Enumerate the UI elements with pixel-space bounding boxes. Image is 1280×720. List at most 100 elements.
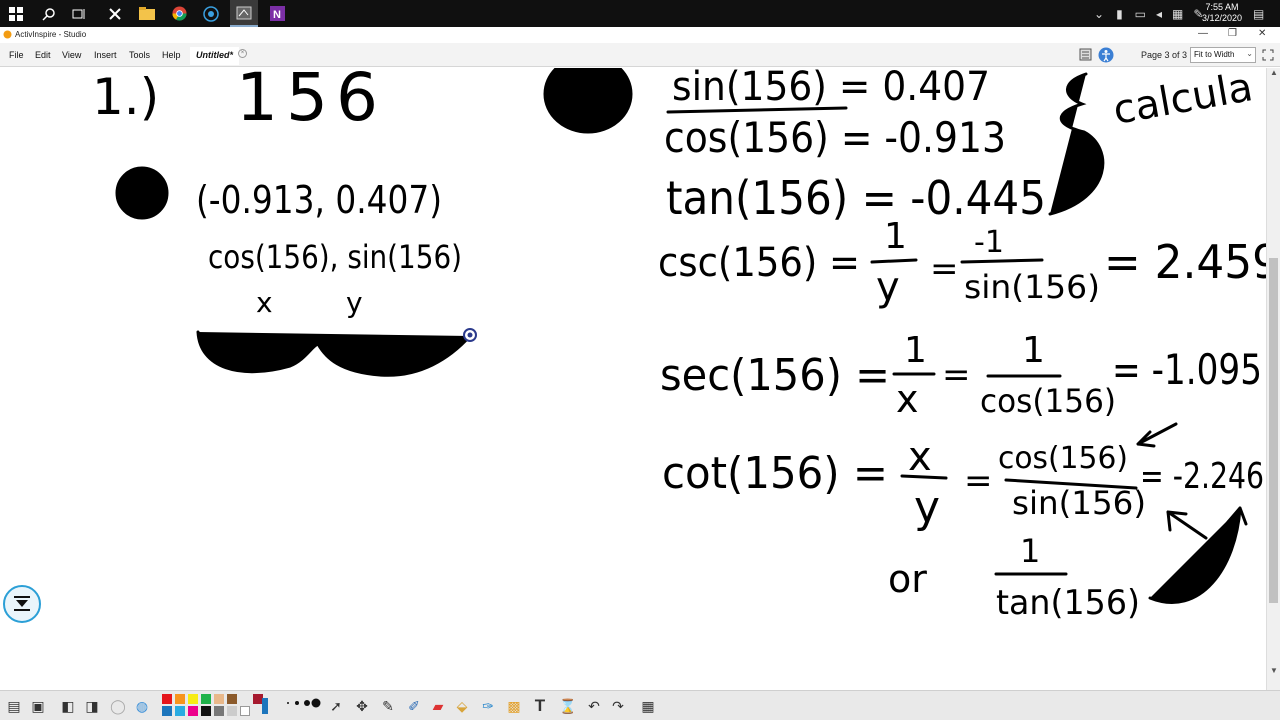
os-taskbar: N ⌄ ▮ ▭ ◂ ▦ ✎ 7:55 AM 3/12/2020 ▤: [0, 0, 1280, 27]
x-label: x: [256, 286, 273, 319]
reset-page-icon[interactable]: ◯: [108, 696, 128, 716]
main-menu-icon[interactable]: ▤: [4, 696, 24, 716]
undo-icon[interactable]: ↶: [584, 696, 604, 716]
pen-tool-icon[interactable]: ✎: [378, 696, 398, 716]
page-browser-icon[interactable]: [1079, 48, 1092, 61]
swatch-green[interactable]: [201, 694, 211, 704]
volume-icon[interactable]: ◂: [1156, 7, 1162, 21]
menu-help[interactable]: Help: [162, 50, 181, 60]
swatch-cyan[interactable]: [175, 706, 185, 716]
swatch-white[interactable]: [240, 706, 250, 716]
sec-lhs: sec(156) =: [660, 350, 890, 401]
menu-tools[interactable]: Tools: [129, 50, 150, 60]
close-icon[interactable]: ✕: [1258, 28, 1266, 39]
network-icon[interactable]: ▦: [1172, 7, 1183, 21]
swatch-magenta[interactable]: [188, 706, 198, 716]
chevron-up-icon[interactable]: ⌄: [1094, 7, 1104, 21]
studio-taskbar-icon[interactable]: [230, 0, 258, 27]
accessibility-icon[interactable]: [1098, 47, 1114, 63]
svg-text:N: N: [273, 9, 281, 21]
web-browser-icon[interactable]: ◍: [132, 696, 152, 716]
cot-frac1-den: y: [914, 482, 940, 533]
menu-insert[interactable]: Insert: [94, 50, 117, 60]
redo-icon[interactable]: ↷: [608, 696, 628, 716]
swatch-orange[interactable]: [175, 694, 185, 704]
zoom-value: Fit to Width: [1194, 50, 1235, 59]
magic-ink-icon[interactable]: ✑: [478, 696, 498, 716]
sec-frac2-num: 1: [1022, 330, 1045, 371]
select-tool-icon[interactable]: ➚: [326, 696, 346, 716]
resource-library-icon[interactable]: ▩: [504, 696, 524, 716]
task-view-icon[interactable]: [68, 3, 90, 24]
windows-start-icon[interactable]: [5, 3, 27, 24]
text-tool-icon[interactable]: T: [530, 696, 550, 716]
alt-frac-den: tan(156): [996, 583, 1140, 623]
fill-tool-icon[interactable]: ⬙: [452, 696, 472, 716]
zoom-dropdown[interactable]: Fit to Width ⌄: [1190, 47, 1256, 63]
fullscreen-icon[interactable]: [1262, 49, 1274, 61]
sec-eq-sign: =: [942, 355, 971, 395]
microphone-icon[interactable]: ▮: [1116, 7, 1123, 21]
snipping-tool-icon[interactable]: [104, 3, 126, 24]
clear-tool-icon[interactable]: ⌛: [558, 696, 578, 716]
menu-view[interactable]: View: [62, 50, 81, 60]
onenote-icon[interactable]: N: [266, 3, 288, 24]
swatch-blue[interactable]: [162, 706, 172, 716]
swatch-red[interactable]: [162, 694, 172, 704]
pen-width-dots-icon: [287, 698, 321, 708]
scroll-down-icon[interactable]: ▼: [1270, 666, 1278, 675]
menu-edit[interactable]: Edit: [35, 50, 51, 60]
csc-frac1-den: y: [876, 264, 900, 310]
pen-cursor-icon: [463, 328, 477, 342]
cos-equation: cos(156) = -0.913: [664, 113, 1006, 162]
brace-stroke: [196, 330, 472, 377]
document-tab[interactable]: Untitled*: [190, 47, 239, 65]
collapse-toolbox-button[interactable]: [3, 585, 41, 623]
calculator-note: calcula: [1110, 68, 1256, 134]
restore-icon[interactable]: ❐: [1228, 28, 1237, 39]
scrollbar-thumb[interactable]: [1269, 258, 1278, 603]
swatch-lightgray[interactable]: [227, 706, 237, 716]
csc-frac1-num: 1: [884, 216, 907, 257]
next-page-icon[interactable]: ◨: [82, 696, 102, 716]
menu-bar: File Edit View Insert Tools Help Untitle…: [0, 43, 1280, 67]
activinspire-taskbar-icon[interactable]: [200, 3, 222, 24]
cot-lhs: cot(156) =: [662, 448, 888, 499]
file-explorer-icon[interactable]: [136, 3, 158, 24]
whiteboard-canvas[interactable]: 1.) 156 a (-0.913, 0.407) cos(156), sin(…: [0, 68, 1266, 690]
arrow-to-cot-den: [1166, 510, 1208, 540]
previous-page-icon[interactable]: ◧: [58, 696, 78, 716]
browsers-icon[interactable]: ▣: [28, 696, 48, 716]
swatch-gray[interactable]: [214, 706, 224, 716]
highlighter-tool-icon[interactable]: ✐: [404, 696, 424, 716]
chrome-icon[interactable]: [168, 3, 190, 24]
display-icon[interactable]: ▭: [1135, 7, 1146, 21]
swatch-black[interactable]: [201, 706, 211, 716]
search-icon[interactable]: [38, 3, 60, 24]
swatch-yellow[interactable]: [188, 694, 198, 704]
cot-frac2-num: cos(156): [998, 441, 1128, 476]
zoom-tool-icon[interactable]: ✥: [352, 696, 372, 716]
scroll-up-icon[interactable]: ▲: [1270, 68, 1278, 77]
sec-frac1-num: 1: [904, 330, 927, 371]
pen-width-selector[interactable]: [282, 697, 322, 713]
cot-eq-sign: =: [964, 461, 993, 501]
swatch-tan[interactable]: [214, 694, 224, 704]
eraser-tool-icon[interactable]: ▰: [428, 696, 448, 716]
swatch-current[interactable]: [262, 698, 268, 714]
csc-lhs: csc(156) =: [658, 240, 860, 286]
taskbar-clock[interactable]: 7:55 AM 3/12/2020: [1202, 2, 1242, 24]
minimize-icon[interactable]: —: [1198, 28, 1208, 39]
toolbox-menu-icon[interactable]: ▦: [638, 696, 658, 716]
collapse-toolbox-icon: [14, 596, 30, 611]
tab-close-icon[interactable]: ×: [238, 49, 247, 58]
angle-value: 156: [236, 68, 386, 136]
notification-icon[interactable]: ▤: [1253, 0, 1264, 27]
vertical-scrollbar[interactable]: ▲ ▼: [1266, 68, 1280, 690]
main-toolbox: ▤ ▣ ◧ ◨ ◯ ◍ ➚ ✥ ✎ ✐ ▰ ⬙ ✑ ▩ T ⌛ ↶ ↷ ▦: [0, 690, 1280, 720]
chevron-down-icon: ⌄: [1246, 49, 1253, 58]
swatch-brown[interactable]: [227, 694, 237, 704]
cot-result: = -2.246: [1140, 456, 1264, 497]
menu-file[interactable]: File: [9, 50, 24, 60]
or-text: or: [888, 557, 927, 601]
